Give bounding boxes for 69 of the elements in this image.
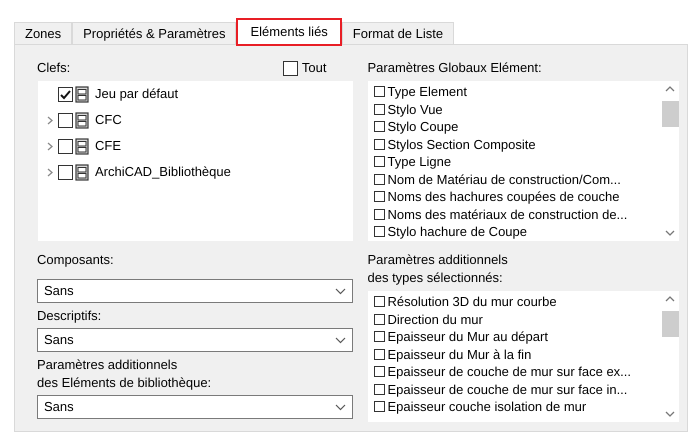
list-item-label[interactable]: Noms des hachures coupées de couche	[388, 187, 620, 206]
chevron-down-icon	[334, 336, 346, 344]
tab[interactable]: Format de Liste	[342, 22, 454, 44]
checkbox[interactable]	[58, 112, 73, 128]
checkbox[interactable]	[374, 366, 384, 378]
dropdown[interactable]: Sans	[37, 279, 352, 303]
scroll-down-icon[interactable]	[665, 229, 675, 237]
scroll-up-icon[interactable]	[665, 85, 675, 93]
scroll-down-icon[interactable]	[665, 410, 675, 418]
checkbox[interactable]	[374, 296, 384, 308]
dropdown[interactable]: Sans	[37, 395, 352, 419]
scroll-up-icon[interactable]	[665, 295, 675, 303]
dropdown[interactable]: Sans	[37, 328, 352, 352]
scrollbar-thumb[interactable]	[662, 101, 678, 127]
checkbox-label[interactable]: Tout	[302, 58, 326, 78]
field-label: Clefs:	[37, 59, 70, 77]
checkbox[interactable]	[374, 348, 384, 360]
checkbox[interactable]	[374, 138, 384, 150]
list-item-label[interactable]: Stylo Vue	[388, 100, 443, 119]
tab[interactable]: Zones	[14, 22, 72, 44]
list-item-label[interactable]: Epaisseur de couche de mur sur face ex...	[388, 362, 632, 382]
tree-item-label[interactable]: CFE	[95, 136, 121, 156]
tree-item-label[interactable]: Jeu par défaut	[95, 84, 178, 104]
checkbox[interactable]	[374, 121, 384, 132]
file-cabinet-icon	[75, 138, 89, 154]
checkbox[interactable]	[374, 401, 384, 412]
field-label: Composants:	[37, 251, 115, 269]
list-item-label[interactable]: Epaisseur couche isolation de mur	[388, 397, 586, 416]
scrollbar-thumb[interactable]	[662, 311, 678, 337]
chevron-down-icon	[334, 288, 346, 294]
checkbox[interactable]	[374, 226, 384, 238]
checkbox[interactable]	[58, 164, 73, 180]
list-item-label[interactable]: Epaisseur de couche de mur sur face in...	[388, 380, 628, 399]
checkbox[interactable]	[374, 208, 384, 220]
file-cabinet-icon	[75, 86, 89, 102]
field-label: Descriptifs:	[37, 307, 102, 325]
list-item-label[interactable]: Stylos Section Composite	[388, 134, 536, 154]
list-item-label[interactable]: Stylo Coupe	[388, 117, 458, 136]
checkbox[interactable]	[374, 174, 384, 185]
checkbox[interactable]	[282, 60, 298, 76]
list-item-label[interactable]: Direction du mur	[388, 310, 483, 329]
tab[interactable]: Eléments liés	[236, 18, 342, 46]
tab[interactable]: Propriétés & Paramètres	[72, 22, 236, 44]
checkmark-icon	[60, 88, 71, 100]
list-item-label[interactable]: Epaisseur du Mur au départ	[388, 327, 548, 346]
list-item-label[interactable]: Résolution 3D du mur courbe	[388, 292, 557, 312]
checkbox[interactable]	[374, 104, 384, 115]
file-cabinet-icon	[75, 164, 89, 180]
checkbox[interactable]	[58, 86, 73, 102]
tree-item-label[interactable]: CFC	[95, 110, 122, 130]
field-label: Paramètres additionnels des types sélectionnés:	[368, 251, 509, 287]
list-item-label[interactable]: Noms des matériaux de construction de...	[388, 204, 628, 224]
list-item-label[interactable]: Epaisseur du Mur à la fin	[388, 344, 532, 364]
chevron-down-icon	[334, 404, 346, 410]
file-cabinet-icon	[75, 112, 89, 128]
checkbox[interactable]	[58, 138, 73, 154]
checkbox[interactable]	[374, 191, 384, 202]
field-label: Paramètres additionnels des Eléments de bibliothèque:	[37, 356, 212, 392]
list-item-label[interactable]: Stylo hachure de Coupe	[388, 222, 527, 241]
field-label: Paramètres Globaux Elément:	[368, 59, 543, 77]
checkbox[interactable]	[374, 331, 384, 342]
list-item-label[interactable]: Type Ligne	[388, 152, 452, 172]
checkbox[interactable]	[374, 384, 384, 395]
list-item-label[interactable]: Type Element	[388, 82, 467, 102]
checkbox[interactable]	[374, 314, 384, 325]
list-item-label[interactable]: Nom de Matériau de construction/Com...	[388, 170, 621, 189]
tree-item-label[interactable]: ArchiCAD_Bibliothèque	[95, 162, 231, 182]
checkbox[interactable]	[374, 86, 384, 98]
checkbox[interactable]	[374, 156, 384, 168]
